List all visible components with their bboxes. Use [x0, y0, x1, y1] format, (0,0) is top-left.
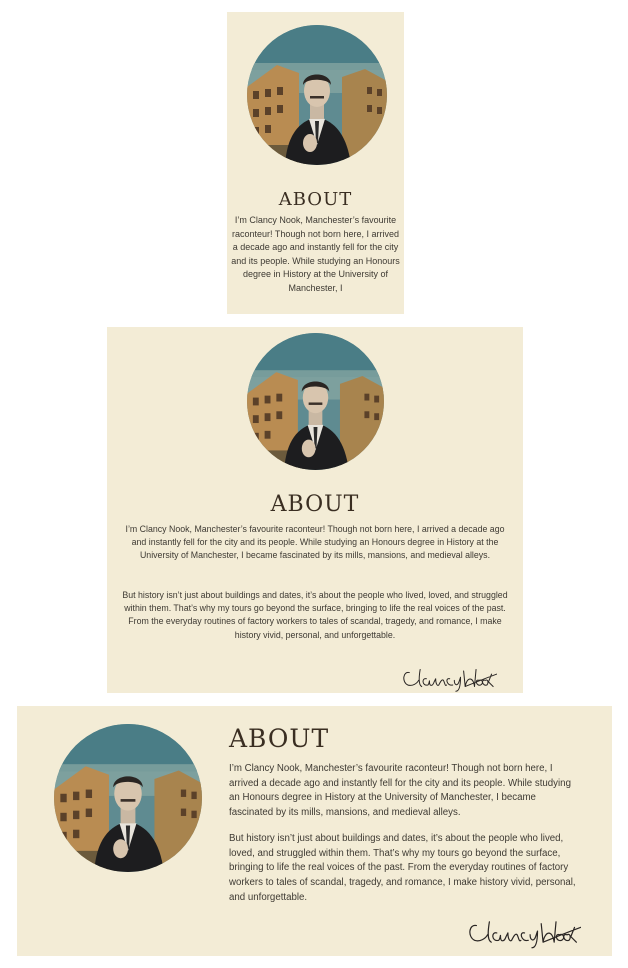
about-paragraph-1: I’m Clancy Nook, Manchester’s favourite …	[125, 524, 505, 561]
about-card-desktop: ABOUT I’m Clancy Nook, Manchester’s favo…	[17, 706, 612, 956]
about-card-tablet: ABOUT I’m Clancy Nook, Manchester’s favo…	[107, 327, 523, 693]
about-paragraph-1: I’m Clancy Nook, Manchester’s favourite …	[231, 215, 400, 293]
about-heading: ABOUT	[229, 724, 330, 753]
about-heading: ABOUT	[278, 189, 353, 210]
about-paragraph-2: But history isn’t just about buildings a…	[229, 833, 576, 903]
signature-image	[393, 661, 497, 693]
signature-image	[457, 912, 581, 952]
portrait-photo	[54, 724, 202, 872]
about-paragraph-1: I’m Clancy Nook, Manchester’s favourite …	[229, 763, 571, 819]
portrait-photo	[247, 333, 384, 470]
portrait-photo	[247, 25, 387, 165]
about-card-mobile: ABOUT I’m Clancy Nook, Manchester’s favo…	[227, 12, 404, 314]
about-heading: ABOUT	[270, 492, 360, 517]
about-paragraph-2: But history isn’t just about buildings a…	[122, 590, 508, 640]
